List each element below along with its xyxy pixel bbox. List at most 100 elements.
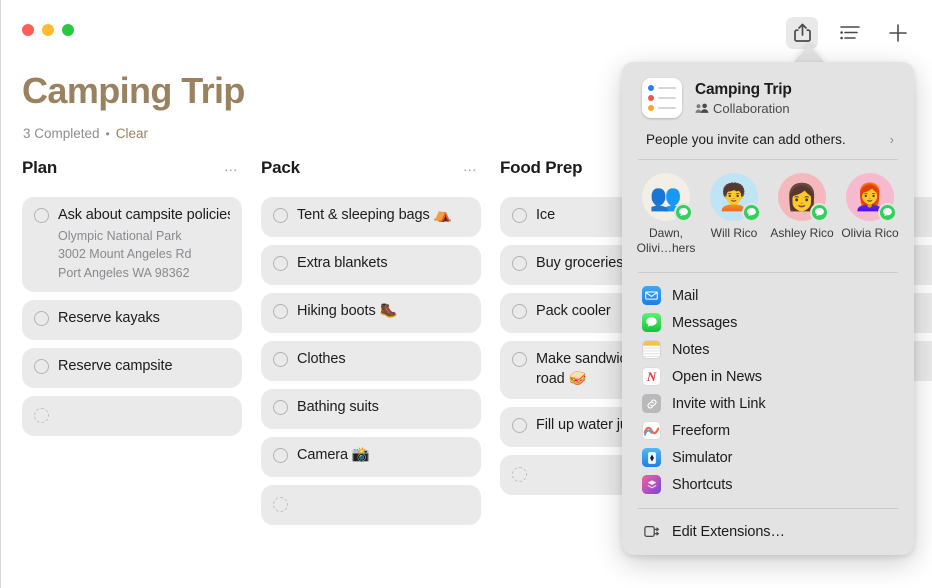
participant-name: Olivia Rico — [841, 226, 899, 240]
edit-extensions-item[interactable]: Edit Extensions… — [622, 518, 914, 545]
task-checkbox[interactable] — [512, 304, 527, 319]
share-target-item[interactable]: Messages — [622, 309, 914, 336]
task-title: Tent & sleeping bags ⛺ — [297, 207, 452, 223]
task-checkbox[interactable] — [273, 208, 288, 223]
add-icon — [889, 24, 907, 42]
list-column-title: Pack — [261, 158, 300, 177]
chevron-right-icon: › — [889, 132, 894, 147]
task-checkbox[interactable] — [34, 311, 49, 327]
list-column: Pack … Tent & sleeping bags ⛺ Extra blanket… — [261, 156, 500, 588]
list-column-menu-button[interactable]: … — [463, 159, 478, 174]
task-checkbox[interactable] — [512, 467, 527, 483]
share-target-item[interactable]: N Open in News — [622, 363, 914, 390]
task-row[interactable]: Clothes — [261, 341, 481, 381]
share-popover: Camping Trip Collaboration People you in… — [622, 62, 914, 555]
task-checkbox[interactable] — [273, 352, 288, 367]
task-body: Ask about campsite policies Olympic Natio… — [58, 206, 230, 282]
task-row[interactable]: Hiking boots 🥾 — [261, 293, 481, 333]
list-column-title: Plan — [22, 158, 58, 177]
share-targets-menu: Mail Messages Notes N Open in News Invite wit… — [622, 273, 914, 498]
clear-button[interactable]: Clear — [116, 126, 148, 141]
completed-count: 3 Completed — [23, 126, 100, 141]
task-checkbox[interactable] — [34, 408, 49, 424]
notes-icon — [642, 340, 661, 359]
task-checkbox[interactable] — [34, 208, 49, 223]
task-title: Ask about campsite policies — [58, 207, 230, 223]
task-body: Extra blankets — [297, 254, 469, 274]
share-target-label: Notes — [672, 341, 710, 358]
list-view-button[interactable] — [834, 17, 866, 49]
task-row[interactable]: Reserve kayaks — [22, 300, 242, 341]
participant-name: Ashley Rico — [770, 226, 834, 240]
minimize-button[interactable] — [42, 24, 54, 36]
task-title: Extra blankets — [297, 255, 388, 271]
close-button[interactable] — [22, 24, 34, 36]
share-target-item[interactable]: Mail — [622, 282, 914, 309]
task-checkbox[interactable] — [273, 400, 288, 415]
participant[interactable]: 👩‍🦰 Olivia Rico — [837, 173, 903, 256]
extensions-icon — [642, 522, 661, 541]
task-title: Camera 📸 — [297, 447, 370, 463]
new-task-row[interactable] — [22, 396, 242, 437]
task-checkbox[interactable] — [512, 256, 527, 271]
list-column-header: Pack … — [261, 156, 481, 180]
share-target-item[interactable]: Invite with Link — [622, 390, 914, 417]
new-task-row[interactable] — [261, 485, 481, 525]
popover-header: Camping Trip Collaboration — [622, 74, 914, 118]
task-checkbox[interactable] — [273, 304, 288, 319]
task-checkbox[interactable] — [273, 497, 288, 512]
share-target-label: Mail — [672, 287, 699, 304]
messages-badge-icon — [742, 203, 761, 222]
task-checkbox[interactable] — [34, 359, 49, 375]
task-body: Bathing suits — [297, 398, 469, 418]
share-target-item[interactable]: Freeform — [622, 417, 914, 444]
task-checkbox[interactable] — [512, 352, 527, 367]
page-title: Camping Trip — [22, 70, 245, 111]
invite-permission-row[interactable]: People you invite can add others. › — [622, 118, 914, 147]
share-icon — [793, 23, 811, 42]
zoom-button[interactable] — [62, 24, 74, 36]
task-checkbox[interactable] — [512, 208, 527, 223]
task-row[interactable]: Ask about campsite policies Olympic Natio… — [22, 197, 242, 293]
task-checkbox[interactable] — [273, 448, 288, 463]
simulator-icon — [642, 448, 661, 467]
participants-row: 👥 Dawn, Olivi…hers 🧑‍🦱 Will Rico 👩 Ashley Ric… — [622, 160, 914, 260]
task-body: Reserve kayaks — [58, 309, 230, 329]
share-target-label: Invite with Link — [672, 395, 766, 412]
list-column-menu-button[interactable]: … — [224, 159, 239, 174]
task-row[interactable]: Extra blankets — [261, 245, 481, 285]
freeform-icon — [642, 421, 661, 440]
subtitle-bar: 3 Completed • Clear — [23, 126, 148, 141]
mail-icon — [642, 286, 661, 305]
app-window: Camping Trip 3 Completed • Clear Plan … As… — [0, 0, 932, 588]
messages-badge-icon — [878, 203, 897, 222]
task-body: Camera 📸 — [297, 446, 469, 466]
participant-name: Will Rico — [710, 226, 758, 240]
share-target-item[interactable]: Notes — [622, 336, 914, 363]
task-body: Clothes — [297, 350, 469, 370]
messages-icon — [642, 313, 661, 332]
participant[interactable]: 👩 Ashley Rico — [769, 173, 835, 256]
people-icon — [695, 103, 709, 113]
add-button[interactable] — [882, 17, 914, 49]
task-checkbox[interactable] — [273, 256, 288, 271]
task-row[interactable]: Camera 📸 — [261, 437, 481, 477]
task-title: Clothes — [297, 351, 346, 367]
share-target-item[interactable]: Shortcuts — [622, 471, 914, 498]
task-title: Reserve kayaks — [58, 310, 160, 327]
task-row[interactable]: Tent & sleeping bags ⛺ — [261, 197, 481, 237]
participant[interactable]: 🧑‍🦱 Will Rico — [701, 173, 767, 256]
edit-extensions-label: Edit Extensions… — [672, 523, 785, 540]
invite-permission-label: People you invite can add others. — [646, 132, 846, 147]
participant[interactable]: 👥 Dawn, Olivi…hers — [633, 173, 699, 256]
popover-list-name: Camping Trip — [695, 80, 792, 98]
link-icon — [642, 394, 661, 413]
share-target-label: Simulator — [672, 449, 733, 466]
share-target-item[interactable]: Simulator — [622, 444, 914, 471]
task-checkbox[interactable] — [512, 418, 527, 434]
task-body: Tent & sleeping bags ⛺ — [297, 206, 469, 226]
task-row[interactable]: Bathing suits — [261, 389, 481, 429]
list-column-header: Plan … — [22, 156, 242, 180]
task-row[interactable]: Reserve campsite — [22, 348, 242, 389]
task-subtitle: Olympic National Park — [58, 228, 182, 243]
